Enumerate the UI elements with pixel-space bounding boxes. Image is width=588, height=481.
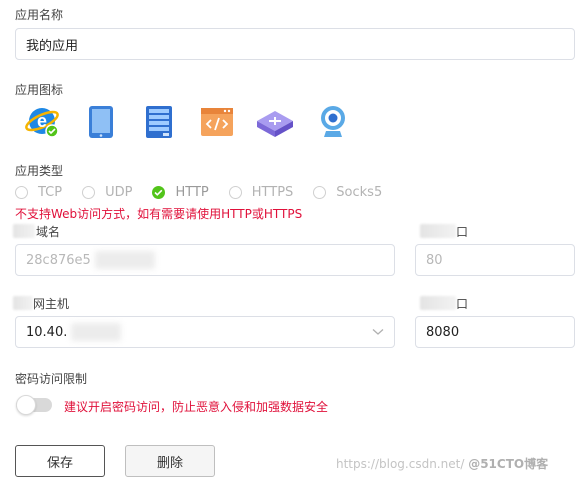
radio-circle — [15, 186, 28, 199]
password-hint: 建议开启密码访问，防止恶意入侵和加强数据安全 — [64, 400, 329, 414]
domain-port-value: 80 — [426, 252, 443, 268]
redacted-label-area — [420, 224, 456, 238]
toggle-knob — [16, 395, 36, 415]
host-port-value: 8080 — [426, 324, 460, 340]
domain-port-label: 口 — [456, 225, 469, 239]
domain-label: 域名 — [36, 225, 61, 239]
host-label: 网主机 — [33, 297, 70, 311]
save-button[interactable]: 保存 — [15, 445, 105, 477]
app-icon-label: 应用图标 — [15, 83, 64, 97]
domain-port-input[interactable]: 80 — [415, 244, 575, 276]
watermark-url: https://blog.csdn.net/ — [336, 457, 465, 471]
delete-button[interactable]: 删除 — [125, 445, 215, 477]
redacted-value-area — [94, 251, 155, 269]
chevron-down-icon — [372, 325, 384, 340]
app-name-input[interactable]: 我的应用 — [15, 28, 575, 60]
app-type-radio-group: TCP UDP HTTP HTTPS Socks5 — [15, 185, 402, 200]
host-port-label: 口 — [456, 297, 469, 311]
watermark: https://blog.csdn.net/ @51CTO博客 — [336, 455, 548, 472]
ie-browser-icon[interactable]: e — [14, 102, 72, 142]
app-icon-picker: e — [14, 102, 362, 142]
host-value: 10.40. — [26, 324, 68, 340]
domain-input[interactable]: 28c876e5 — [15, 244, 395, 276]
redacted-label-area — [13, 296, 33, 310]
radio-socks5[interactable]: Socks5 — [313, 185, 382, 200]
webcam-icon[interactable] — [304, 102, 362, 142]
radio-circle — [313, 186, 327, 199]
network-router-icon[interactable] — [246, 102, 304, 142]
server-icon[interactable] — [130, 102, 188, 142]
redacted-label-area — [420, 296, 456, 310]
password-label: 密码访问限制 — [15, 372, 88, 386]
host-select[interactable]: 10.40. — [15, 316, 395, 348]
app-type-warning: 不支持Web访问方式，如有需要请使用HTTP或HTTPS — [15, 207, 303, 221]
radio-checked-icon — [152, 186, 166, 199]
radio-socks5-label: Socks5 — [336, 185, 383, 200]
redacted-label-area — [13, 224, 35, 238]
app-name-value: 我的应用 — [26, 38, 79, 54]
app-type-label: 应用类型 — [15, 164, 64, 178]
tablet-icon[interactable] — [72, 102, 130, 142]
radio-udp-label: UDP — [105, 185, 133, 200]
svg-text:e: e — [37, 111, 47, 131]
radio-http-label: HTTP — [175, 185, 209, 200]
app-name-label: 应用名称 — [15, 8, 64, 22]
radio-tcp[interactable]: TCP — [15, 185, 62, 200]
password-toggle[interactable] — [16, 395, 52, 415]
radio-tcp-label: TCP — [38, 185, 63, 200]
radio-udp[interactable]: UDP — [82, 185, 132, 200]
radio-http[interactable]: HTTP — [152, 185, 209, 200]
radio-circle — [82, 186, 96, 199]
code-window-icon[interactable] — [188, 102, 246, 142]
radio-https[interactable]: HTTPS — [228, 185, 294, 200]
redacted-value-area — [71, 323, 122, 341]
radio-circle — [228, 186, 242, 199]
radio-https-label: HTTPS — [251, 185, 294, 200]
domain-value: 28c876e5 — [26, 252, 91, 268]
watermark-brand: @51CTO博客 — [468, 457, 549, 471]
host-port-input[interactable]: 8080 — [415, 316, 575, 348]
